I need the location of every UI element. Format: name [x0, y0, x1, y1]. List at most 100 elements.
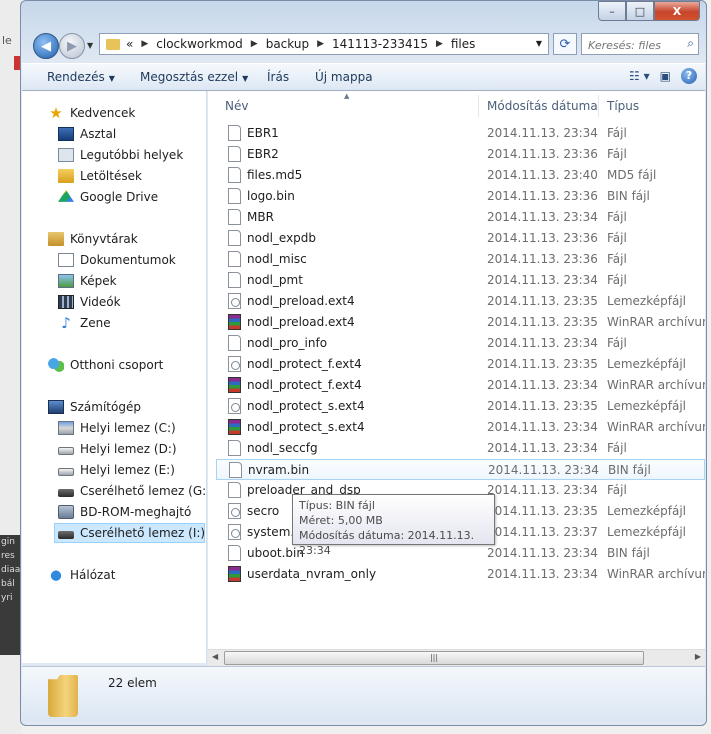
- file-date: 2014.11.13. 23:34: [487, 420, 598, 434]
- nav-item-network[interactable]: Hálózat: [48, 565, 207, 585]
- nav-item-downloads[interactable]: Letöltések: [58, 166, 207, 186]
- table-row[interactable]: nodl_misc 2014.11.13. 23:36 Fájl: [216, 249, 705, 270]
- nav-item-disk-d[interactable]: Helyi lemez (D:): [58, 439, 207, 459]
- column-name[interactable]: Név: [225, 99, 248, 113]
- horizontal-scrollbar[interactable]: ◀ ||| ▶: [208, 649, 705, 666]
- column-divider[interactable]: [478, 95, 479, 117]
- file-name[interactable]: nodl_protect_f.ext4: [247, 357, 362, 371]
- nav-item-removable-i[interactable]: Cserélhető lemez (I:): [54, 523, 205, 543]
- table-row[interactable]: nodl_protect_s.ext4 2014.11.13. 23:34 WinR…: [216, 417, 705, 438]
- nav-item-libraries[interactable]: Könyvtárak: [48, 229, 207, 249]
- scroll-left-icon[interactable]: ◀: [212, 652, 218, 661]
- file-name[interactable]: uboot.bin: [247, 546, 304, 560]
- column-header: ▲ Név Módosítás dátuma Típus: [208, 91, 705, 121]
- table-row[interactable]: nodl_protect_f.ext4 2014.11.13. 23:34 WinR…: [216, 375, 705, 396]
- share-menu[interactable]: Megosztás ezzel ▼: [140, 70, 248, 84]
- nav-item-computer[interactable]: Számítógép: [48, 397, 207, 417]
- file-name[interactable]: nodl_seccfg: [247, 441, 318, 455]
- nav-item-music[interactable]: ♪ Zene: [58, 313, 207, 333]
- close-button[interactable]: X: [654, 1, 700, 21]
- file-name[interactable]: nodl_preload.ext4: [247, 315, 355, 329]
- column-date[interactable]: Módosítás dátuma: [487, 99, 598, 113]
- breadcrumb-item-backup[interactable]: backup: [266, 37, 309, 51]
- file-name[interactable]: nodl_protect_f.ext4: [247, 378, 362, 392]
- table-row[interactable]: nodl_pro_info 2014.11.13. 23:34 Fájl: [216, 333, 705, 354]
- nav-item-pictures[interactable]: Képek: [58, 271, 207, 291]
- nav-item-removable-g[interactable]: Cserélhető lemez (G:: [58, 481, 207, 501]
- nav-item-bdrom[interactable]: BD-ROM-meghajtó: [58, 502, 207, 522]
- recent-pages-dropdown[interactable]: ▼: [87, 41, 93, 50]
- file-name[interactable]: nvram.bin: [248, 463, 309, 477]
- table-row[interactable]: files.md5 2014.11.13. 23:40 MD5 fájl: [216, 165, 705, 186]
- file-name[interactable]: EBR2: [247, 147, 279, 161]
- file-name[interactable]: nodl_pmt: [247, 273, 303, 287]
- scroll-right-icon[interactable]: ▶: [695, 652, 701, 661]
- file-date: 2014.11.13. 23:34: [487, 441, 598, 455]
- file-date: 2014.11.13. 23:34: [487, 546, 598, 560]
- file-name[interactable]: nodl_protect_s.ext4: [247, 420, 365, 434]
- table-row[interactable]: MBR 2014.11.13. 23:34 Fájl: [216, 207, 705, 228]
- forward-button[interactable]: ▶: [59, 33, 85, 59]
- search-input[interactable]: [586, 35, 678, 55]
- nav-item-documents[interactable]: Dokumentumok: [58, 250, 207, 270]
- chevron-down-icon[interactable]: ▼: [536, 39, 542, 48]
- table-row[interactable]: nodl_protect_f.ext4 2014.11.13. 23:35 Leme…: [216, 354, 705, 375]
- back-button[interactable]: ◀: [33, 33, 59, 59]
- nav-item-disk-e[interactable]: Helyi lemez (E:): [58, 460, 207, 480]
- new-folder-button[interactable]: Új mappa: [315, 70, 373, 84]
- minimize-button[interactable]: –: [598, 1, 626, 21]
- table-row[interactable]: logo.bin 2014.11.13. 23:36 BIN fájl: [216, 186, 705, 207]
- nav-item-favorites[interactable]: ★ Kedvencek: [48, 103, 207, 123]
- table-row[interactable]: nodl_seccfg 2014.11.13. 23:34 Fájl: [216, 438, 705, 459]
- breadcrumb-item-files[interactable]: files: [451, 37, 476, 51]
- table-row[interactable]: nvram.bin 2014.11.13. 23:34 BIN fájl: [216, 459, 705, 480]
- address-bar[interactable]: « ▶ clockworkmod ▶ backup ▶ 141113-23341…: [99, 33, 549, 55]
- nav-item-videos[interactable]: Videók: [58, 292, 207, 312]
- burn-button[interactable]: Írás: [267, 70, 289, 84]
- table-row[interactable]: userdata_nvram_only 2014.11.13. 23:34 WinR…: [216, 564, 705, 585]
- file-name[interactable]: EBR1: [247, 126, 279, 140]
- chevron-right-icon[interactable]: ▶: [141, 39, 148, 49]
- scroll-thumb[interactable]: |||: [224, 651, 644, 665]
- column-divider[interactable]: [598, 95, 599, 117]
- table-row[interactable]: nodl_pmt 2014.11.13. 23:34 Fájl: [216, 270, 705, 291]
- table-row[interactable]: EBR1 2014.11.13. 23:34 Fájl: [216, 123, 705, 144]
- organize-menu[interactable]: Rendezés ▼: [47, 70, 115, 84]
- refresh-button[interactable]: ⟳: [553, 33, 577, 55]
- table-row[interactable]: nodl_protect_s.ext4 2014.11.13. 23:35 Leme…: [216, 396, 705, 417]
- breadcrumb-overflow[interactable]: «: [126, 37, 133, 51]
- file-name[interactable]: files.md5: [247, 168, 302, 182]
- breadcrumb-item-clockworkmod[interactable]: clockworkmod: [156, 37, 243, 51]
- file-name[interactable]: userdata_nvram_only: [247, 567, 376, 581]
- nav-item-recent[interactable]: Legutóbbi helyek: [58, 145, 207, 165]
- nav-label: Számítógép: [70, 400, 141, 414]
- help-icon[interactable]: ?: [681, 68, 697, 84]
- column-type[interactable]: Típus: [607, 99, 639, 113]
- nav-item-disk-c[interactable]: Helyi lemez (C:): [58, 418, 207, 438]
- table-row[interactable]: nodl_expdb 2014.11.13. 23:36 Fájl: [216, 228, 705, 249]
- nav-item-desktop[interactable]: Asztal: [58, 124, 207, 144]
- file-type: Fájl: [607, 231, 627, 245]
- chevron-right-icon[interactable]: ▶: [436, 39, 443, 49]
- chevron-right-icon[interactable]: ▶: [317, 39, 324, 49]
- chevron-right-icon[interactable]: ▶: [251, 39, 258, 49]
- table-row[interactable]: nodl_preload.ext4 2014.11.13. 23:35 WinRAR…: [216, 312, 705, 333]
- search-icon[interactable]: ⌕: [687, 36, 694, 51]
- file-name[interactable]: nodl_preload.ext4: [247, 294, 355, 308]
- file-name[interactable]: secro: [247, 504, 279, 518]
- file-name[interactable]: nodl_misc: [247, 252, 307, 266]
- search-box[interactable]: ⌕: [581, 33, 699, 55]
- breadcrumb-item-timestamp[interactable]: 141113-233415: [332, 37, 428, 51]
- nav-item-homegroup[interactable]: Otthoni csoport: [48, 355, 207, 375]
- table-row[interactable]: nodl_preload.ext4 2014.11.13. 23:35 Lemezk…: [216, 291, 705, 312]
- file-name[interactable]: nodl_protect_s.ext4: [247, 399, 365, 413]
- file-name[interactable]: MBR: [247, 210, 274, 224]
- file-name[interactable]: logo.bin: [247, 189, 295, 203]
- nav-item-google-drive[interactable]: Google Drive: [58, 187, 207, 207]
- view-options-icon[interactable]: ☷ ▾: [629, 69, 650, 83]
- file-name[interactable]: nodl_pro_info: [247, 336, 327, 350]
- table-row[interactable]: EBR2 2014.11.13. 23:36 Fájl: [216, 144, 705, 165]
- preview-pane-icon[interactable]: ▣: [660, 69, 671, 83]
- file-name[interactable]: nodl_expdb: [247, 231, 316, 245]
- maximize-button[interactable]: □: [626, 1, 654, 21]
